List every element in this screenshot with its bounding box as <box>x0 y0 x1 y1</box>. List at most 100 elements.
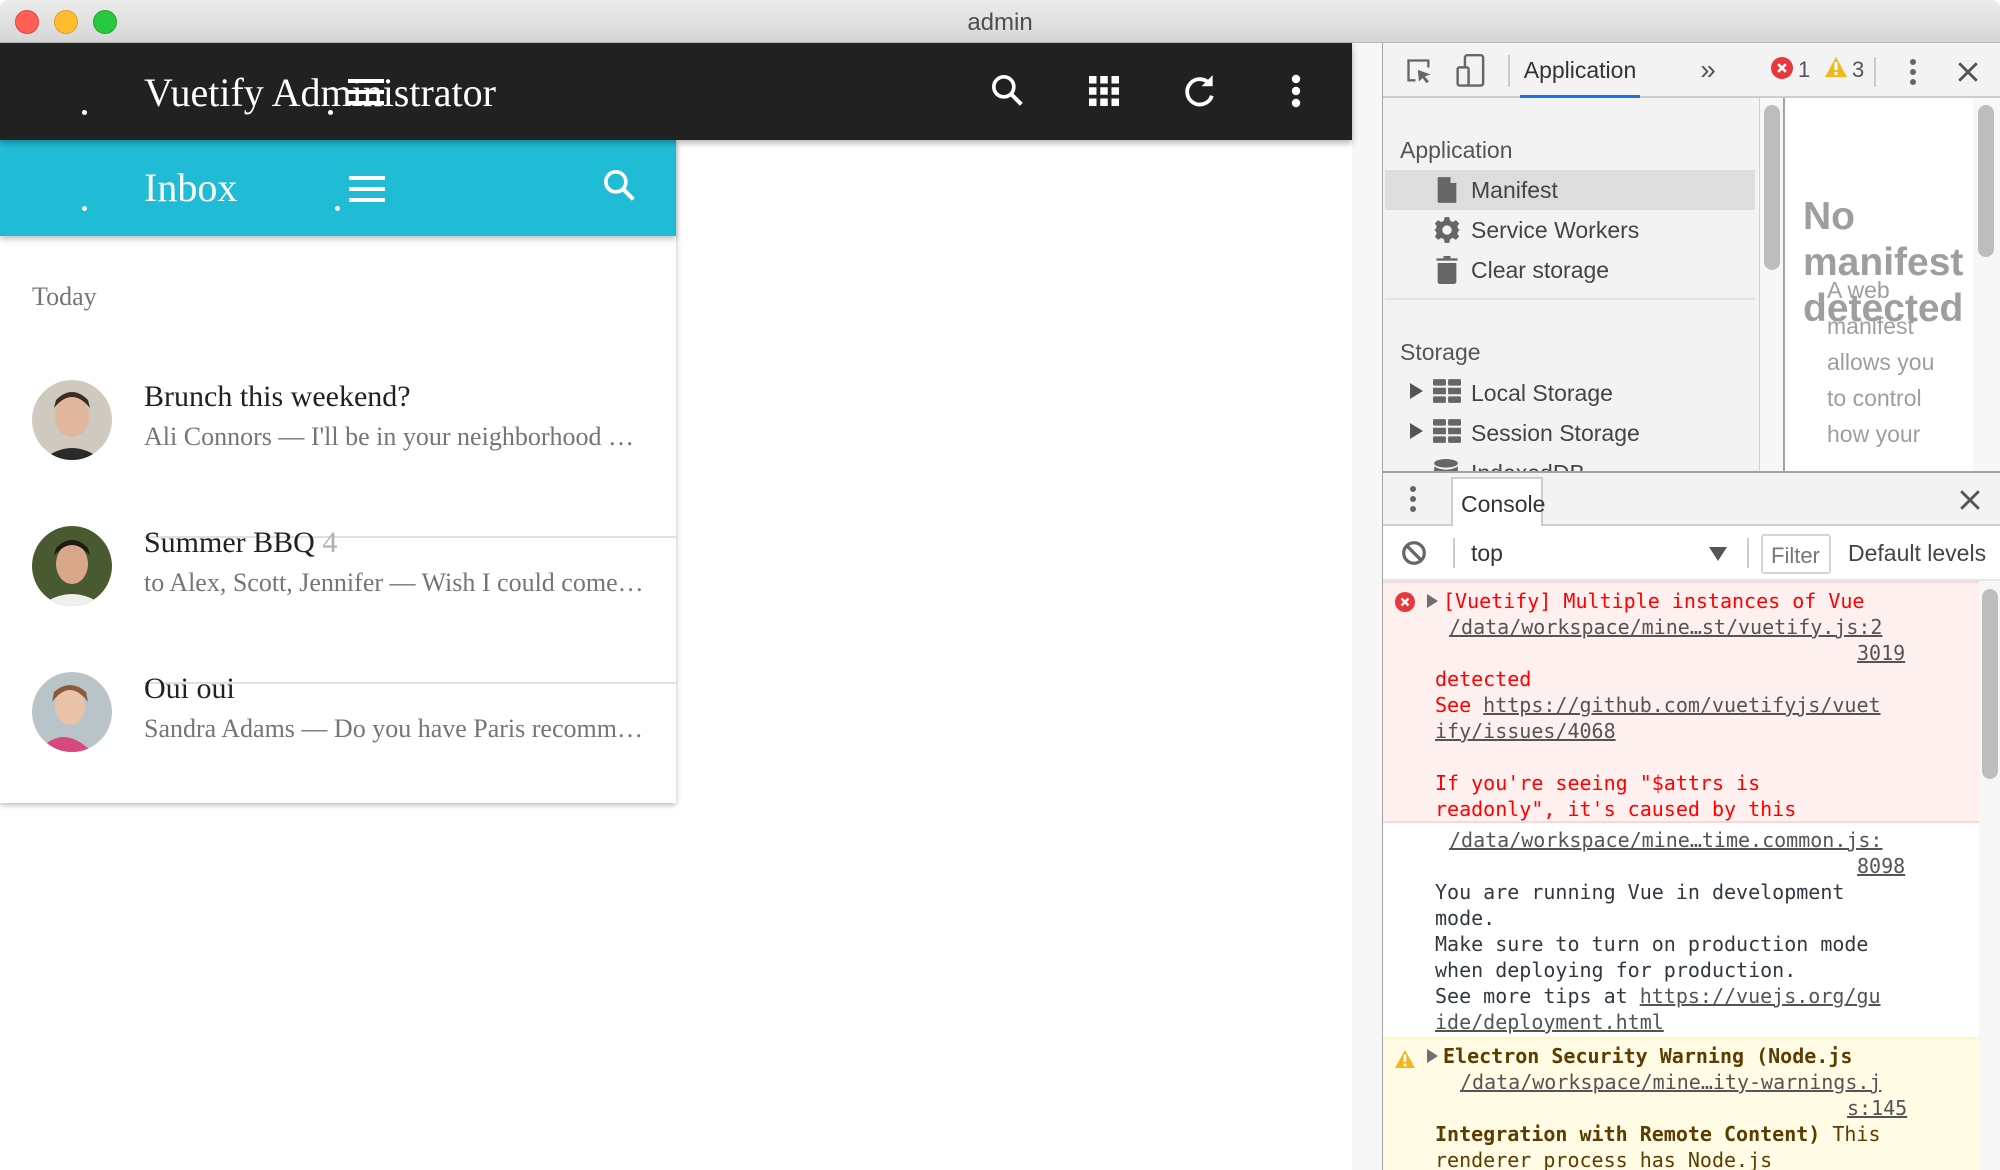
inbox-card: Inbox Today Brunch this weekend? Ali Con… <box>0 140 676 803</box>
sidebar-divider <box>1385 298 1755 300</box>
expand-arrow-icon[interactable] <box>1427 1049 1438 1063</box>
avatar <box>32 526 112 606</box>
expand-arrow-icon[interactable] <box>1410 423 1423 439</box>
log-levels-dropdown[interactable]: Default levels <box>1848 540 1986 567</box>
close-devtools-icon[interactable] <box>1953 57 1983 87</box>
close-drawer-icon[interactable] <box>1955 485 1985 515</box>
sidebar-item-local-storage[interactable]: Local Storage <box>1385 373 1755 413</box>
search-icon[interactable] <box>596 162 644 210</box>
error-icon[interactable] <box>1771 57 1793 79</box>
app-title: Vuetify Administrator <box>144 70 496 115</box>
source-link[interactable]: s:145 <box>1847 1095 1907 1121</box>
vue-docs-link[interactable]: ide/deployment.html <box>1435 1009 1664 1035</box>
sidebar-item-manifest[interactable]: Manifest <box>1385 170 1755 210</box>
list-item-title: Brunch this weekend? <box>144 380 411 413</box>
tab-console[interactable]: Console <box>1451 477 1545 528</box>
device-toolbar-icon[interactable] <box>1455 53 1487 89</box>
table-icon <box>1433 379 1461 407</box>
list-item-subtitle: Sandra Adams — Do you have Paris recomme… <box>144 714 644 743</box>
menu-icon[interactable] <box>349 176 385 202</box>
ripple-dot <box>82 206 87 211</box>
sidebar-item-indexeddb[interactable]: IndexedDB <box>1385 453 1755 471</box>
github-issue-link[interactable]: ify/issues/4068 <box>1435 718 1616 744</box>
inbox-title: Inbox <box>144 165 238 210</box>
more-vert-icon[interactable] <box>1272 67 1320 115</box>
devtools-splitter[interactable] <box>1352 43 1383 1170</box>
database-icon <box>1433 459 1461 471</box>
source-link[interactable]: 8098 <box>1857 853 1905 879</box>
window-title: admin <box>967 9 1033 36</box>
refresh-icon[interactable] <box>1176 67 1224 115</box>
sidebar-scrollbar[interactable] <box>1764 105 1780 270</box>
sidebar-section-storage: Storage <box>1400 339 1481 365</box>
list-item-subtitle: Ali Connors — I'll be in your neighborho… <box>144 422 644 451</box>
list-item-title: Summer BBQ 4 <box>144 526 338 559</box>
inspect-element-icon[interactable] <box>1403 55 1435 87</box>
list-item[interactable]: Oui oui Sandra Adams — Do you have Paris… <box>0 638 676 784</box>
github-issue-link[interactable]: https://github.com/vuetifyjs/vuet <box>1483 693 1880 717</box>
warning-icon[interactable] <box>1824 56 1848 78</box>
source-link[interactable]: /data/workspace/mine…time.common.js: <box>1449 827 1882 853</box>
source-link[interactable]: 3019 <box>1857 640 1905 666</box>
app-toolbar: Vuetify Administrator <box>0 43 1352 140</box>
source-link[interactable]: /data/workspace/mine…st/vuetify.js:2 <box>1449 614 1882 640</box>
warning-count[interactable]: 3 <box>1852 57 1864 83</box>
drawer-tabbar: Console <box>1383 471 2000 528</box>
menu-icon[interactable] <box>348 79 384 105</box>
avatar <box>32 672 112 752</box>
drawer-menu-icon[interactable] <box>1407 483 1419 515</box>
tab-application[interactable]: Application <box>1520 43 1640 98</box>
console-message-error[interactable]: [Vuetify] Multiple instances of Vue /dat… <box>1383 581 1979 823</box>
manifest-scrollbar[interactable] <box>1978 105 1994 257</box>
error-icon <box>1395 592 1415 612</box>
list-item[interactable]: Summer BBQ 4 to Alex, Scott, Jennifer — … <box>0 492 676 638</box>
application-sidebar: Application Manifest Service Workers Cle… <box>1383 98 1760 471</box>
list-subheader: Today <box>32 282 97 311</box>
sidebar-section-application: Application <box>1400 137 1513 163</box>
clear-console-icon[interactable] <box>1399 538 1429 568</box>
table-icon <box>1433 419 1461 447</box>
avatar <box>32 380 112 460</box>
list-item[interactable]: Brunch this weekend? Ali Connors — I'll … <box>0 346 676 492</box>
console-toolbar: top Filter Default levels <box>1383 526 2000 581</box>
trash-icon <box>1433 256 1461 284</box>
list-item-subtitle: to Alex, Scott, Jennifer — Wish I could … <box>144 568 644 597</box>
toolbar-separator <box>1874 57 1876 87</box>
gear-icon <box>1433 216 1461 244</box>
sidebar-item-service-workers[interactable]: Service Workers <box>1385 210 1755 250</box>
source-link[interactable]: /data/workspace/mine…ity-warnings.j <box>1460 1069 1881 1095</box>
expand-arrow-icon[interactable] <box>1427 594 1438 608</box>
console-scrollbar[interactable] <box>1982 589 1998 779</box>
app-content: Vuetify Administrator Inbox Today Brunch… <box>0 43 1352 1170</box>
sidebar-item-clear-storage[interactable]: Clear storage <box>1385 250 1755 290</box>
list-item-title: Oui oui <box>144 672 235 705</box>
context-selector[interactable]: top <box>1471 540 1503 567</box>
console-filter-input[interactable]: Filter <box>1761 534 1831 574</box>
console-messages: [Vuetify] Multiple instances of Vue /dat… <box>1383 581 2000 1170</box>
search-icon[interactable] <box>984 67 1032 115</box>
ripple-dot <box>82 110 87 115</box>
toolbar-separator <box>1508 55 1510 87</box>
devtools-menu-icon[interactable] <box>1903 57 1923 87</box>
manifest-pane: No manifest detected A web manifest allo… <box>1783 98 1973 471</box>
apps-icon[interactable] <box>1080 67 1128 115</box>
message-count-badge: 4 <box>322 526 338 559</box>
toolbar-separator <box>1453 538 1455 568</box>
ripple-dot <box>335 206 340 211</box>
devtools-panel: Application » 1 3 Application Manifest S… <box>1383 43 2000 1170</box>
devtools-toolbar: Application » 1 3 <box>1383 43 2000 98</box>
window-titlebar: admin <box>0 0 2000 43</box>
more-tabs-icon[interactable]: » <box>1693 54 1723 85</box>
sidebar-item-session-storage[interactable]: Session Storage <box>1385 413 1755 453</box>
manifest-empty-description: A web manifest allows you to control how… <box>1827 277 1935 447</box>
console-message-log[interactable]: /data/workspace/mine…time.common.js: 809… <box>1383 823 1979 1034</box>
toolbar-separator <box>1747 538 1749 568</box>
file-icon <box>1433 176 1461 204</box>
expand-arrow-icon[interactable] <box>1410 383 1423 399</box>
inbox-toolbar: Inbox <box>0 140 676 236</box>
console-message-warning[interactable]: Electron Security Warning (Node.js /data… <box>1383 1037 1979 1170</box>
warning-icon <box>1395 1048 1415 1068</box>
vue-docs-link[interactable]: https://vuejs.org/gu <box>1640 984 1881 1008</box>
error-count[interactable]: 1 <box>1798 57 1810 83</box>
dropdown-arrow-icon[interactable] <box>1709 547 1727 561</box>
